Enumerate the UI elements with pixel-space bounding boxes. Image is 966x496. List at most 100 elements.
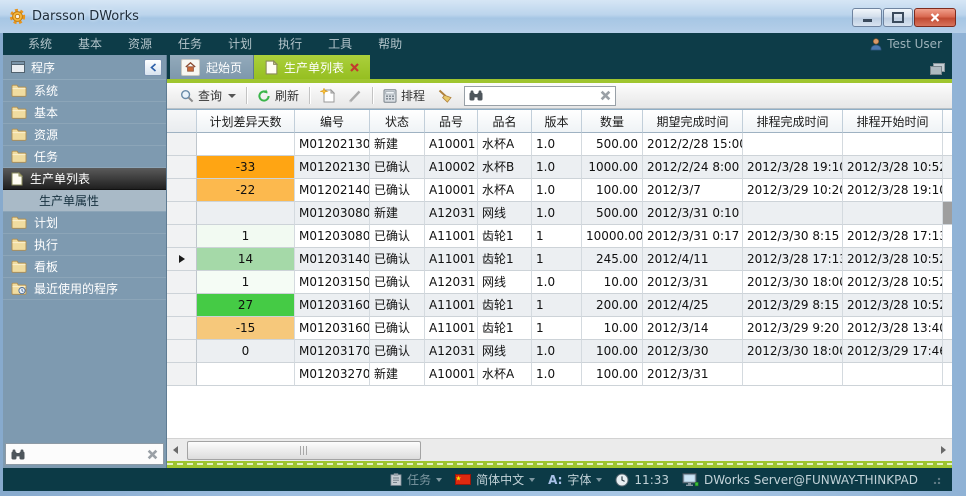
table-row[interactable]: 1M012031501已确认A12031网线1.010.002012/3/312… xyxy=(167,271,952,294)
clear-search-icon[interactable] xyxy=(147,449,158,460)
column-header[interactable]: 期望完成时间 xyxy=(643,110,743,133)
folder-icon xyxy=(11,150,27,163)
current-row-indicator[interactable] xyxy=(167,248,197,271)
menu-task[interactable]: 任务 xyxy=(165,33,215,55)
maximize-button[interactable] xyxy=(883,8,913,27)
table-row[interactable]: -22M012021401已确认A10001水杯A1.0100.002012/3… xyxy=(167,179,952,202)
column-header[interactable]: 排程完成时间 xyxy=(743,110,843,133)
current-user[interactable]: Test User xyxy=(870,37,942,51)
status-language[interactable]: 简体中文 xyxy=(455,471,535,488)
menu-system[interactable]: 系统 xyxy=(15,33,65,55)
column-header[interactable]: 前 xyxy=(943,110,952,133)
time-label: 11:33 xyxy=(634,473,669,487)
row-selector[interactable] xyxy=(167,179,197,202)
tab-start-page[interactable]: 起始页 xyxy=(170,55,254,79)
cell-sched_start: 2012/3/28 10:52 xyxy=(843,271,943,294)
cell-diff xyxy=(197,363,295,386)
folder-icon xyxy=(11,106,27,119)
folder-icon xyxy=(11,260,27,273)
edit-button[interactable] xyxy=(342,85,368,107)
column-header[interactable]: 数量 xyxy=(582,110,643,133)
scroll-left-button[interactable] xyxy=(167,439,184,460)
cell-due: 2012/3/14 xyxy=(643,317,743,340)
row-selector[interactable] xyxy=(167,294,197,317)
sidebar-item-label: 计划 xyxy=(34,214,58,231)
sidebar-item[interactable]: 看板 xyxy=(3,256,166,278)
cell-diff: 1 xyxy=(197,271,295,294)
menu-help[interactable]: 帮助 xyxy=(365,33,415,55)
toolbar-search-input[interactable] xyxy=(487,88,596,104)
status-task-menu[interactable]: 任务 xyxy=(390,471,442,488)
sidebar-item[interactable]: 任务 xyxy=(3,146,166,168)
column-header[interactable]: 版本 xyxy=(532,110,582,133)
minimize-button[interactable] xyxy=(852,8,882,27)
table-row[interactable]: M012030801新建A12031网线1.0500.002012/3/31 0… xyxy=(167,202,952,225)
sidebar-search-input[interactable] xyxy=(30,446,142,462)
table-row[interactable]: -15M012031602已确认A11001齿轮1110.002012/3/14… xyxy=(167,317,952,340)
sidebar-item[interactable]: 系统 xyxy=(3,80,166,102)
table-row[interactable]: M012021301新建A10001水杯A1.0500.002012/2/28 … xyxy=(167,133,952,156)
sidebar-item[interactable]: 生产单列表 xyxy=(3,168,166,190)
row-selector[interactable] xyxy=(167,225,197,248)
table-row[interactable]: 27M012031601已确认A11001齿轮11200.002012/4/25… xyxy=(167,294,952,317)
query-dropdown-caret[interactable] xyxy=(228,94,236,98)
tab-close-icon[interactable] xyxy=(350,63,359,72)
clean-button[interactable] xyxy=(431,85,459,107)
column-header[interactable]: 品号 xyxy=(425,110,478,133)
column-header[interactable]: 状态 xyxy=(370,110,425,133)
column-header[interactable]: 编号 xyxy=(295,110,370,133)
column-header[interactable]: 品名 xyxy=(478,110,532,133)
sidebar-collapse-button[interactable] xyxy=(144,59,162,76)
new-button[interactable] xyxy=(314,85,342,107)
query-button[interactable]: 查询 xyxy=(174,85,242,107)
row-selector[interactable] xyxy=(167,156,197,179)
cell-item_name: 水杯A xyxy=(478,133,532,156)
app-window: Darsson DWorks 系统 基本 资源 任务 计划 执行 工具 帮助 T… xyxy=(0,0,966,496)
close-button[interactable] xyxy=(914,8,956,27)
sidebar-item[interactable]: 执行 xyxy=(3,234,166,256)
horizontal-scrollbar[interactable] xyxy=(167,438,952,461)
column-header[interactable]: 计划差异天数 xyxy=(197,110,295,133)
cell-marker xyxy=(943,156,952,179)
sidebar-item[interactable]: 生产单属性 xyxy=(3,190,166,212)
refresh-button[interactable]: 刷新 xyxy=(251,85,305,107)
table-row[interactable]: -33M012021302已确认A10002水杯B1.01000.002012/… xyxy=(167,156,952,179)
tab-production-order-list[interactable]: 生产单列表 xyxy=(254,55,370,79)
query-label: 查询 xyxy=(198,87,222,104)
row-selector[interactable] xyxy=(167,133,197,156)
table-row[interactable]: 0M012031701已确认A12031网线1.0100.002012/3/30… xyxy=(167,340,952,363)
row-selector-header[interactable] xyxy=(167,110,197,133)
toolbar: 查询 刷新 xyxy=(167,83,952,109)
clear-search-icon[interactable] xyxy=(600,90,611,101)
menu-tools[interactable]: 工具 xyxy=(315,33,365,55)
sidebar-item[interactable]: 最近使用的程序 xyxy=(3,278,166,300)
cell-version: 1 xyxy=(532,248,582,271)
menu-resource[interactable]: 资源 xyxy=(115,33,165,55)
scrollbar-thumb[interactable] xyxy=(187,441,421,460)
schedule-button[interactable]: 排程 xyxy=(377,85,431,107)
sidebar-search[interactable] xyxy=(5,443,164,465)
table-row[interactable]: 1M012030802已确认A11001齿轮1110000.002012/3/3… xyxy=(167,225,952,248)
column-header[interactable]: 排程开始时间 xyxy=(843,110,943,133)
language-label: 简体中文 xyxy=(476,471,524,488)
row-selector[interactable] xyxy=(167,202,197,225)
table-row[interactable]: 14M012031402已确认A11001齿轮11245.002012/4/11… xyxy=(167,248,952,271)
table-row[interactable]: M012032701新建A10001水杯A1.0100.002012/3/31 xyxy=(167,363,952,386)
row-selector[interactable] xyxy=(167,271,197,294)
menu-execute[interactable]: 执行 xyxy=(265,33,315,55)
sidebar-item[interactable]: 资源 xyxy=(3,124,166,146)
menu-basic[interactable]: 基本 xyxy=(65,33,115,55)
row-selector[interactable] xyxy=(167,363,197,386)
toolbar-search-box[interactable] xyxy=(464,86,616,106)
cell-item_no: A11001 xyxy=(425,294,478,317)
scroll-right-button[interactable] xyxy=(935,439,952,460)
status-server[interactable]: DWorks Server@FUNWAY-THINKPAD xyxy=(682,473,918,487)
sidebar-item[interactable]: 基本 xyxy=(3,102,166,124)
window-list-icon[interactable] xyxy=(930,60,945,79)
sidebar-item[interactable]: 计划 xyxy=(3,212,166,234)
status-font[interactable]: A: 字体 xyxy=(548,471,602,488)
resize-grip[interactable] xyxy=(933,475,942,484)
row-selector[interactable] xyxy=(167,340,197,363)
row-selector[interactable] xyxy=(167,317,197,340)
menu-plan[interactable]: 计划 xyxy=(215,33,265,55)
